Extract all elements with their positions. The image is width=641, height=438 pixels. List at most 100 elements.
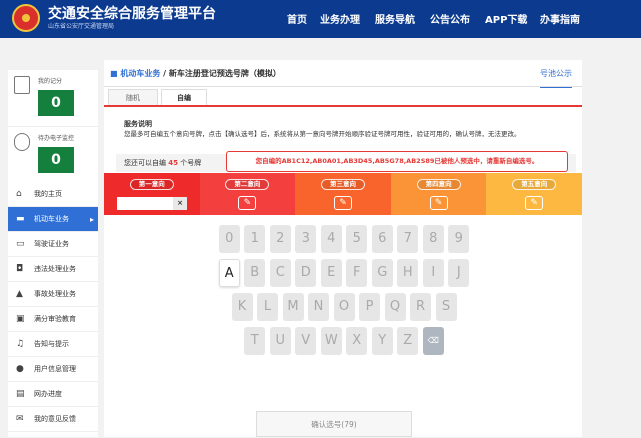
keypad-key[interactable]: H: [397, 259, 419, 287]
nav-guide[interactable]: 办事指南: [540, 11, 580, 26]
keypad-key[interactable]: C: [269, 259, 291, 287]
sidebar-item-label: 违法处理业务: [34, 265, 76, 273]
home-icon: ⌂: [16, 189, 22, 199]
keypad-key[interactable]: D: [295, 259, 317, 287]
nav-announcements[interactable]: 公告公布: [430, 11, 470, 26]
keypad-key[interactable]: 1: [244, 225, 266, 253]
sidebar-item-label: 我的意见反馈: [34, 415, 76, 423]
main-panel: ■ 机动车业务 / 新车注册登记预选号牌（模拟） 号池公示 随机 自编 服务说明…: [104, 60, 582, 437]
intent-label: 第二意向: [225, 179, 270, 190]
feedback-icon: ✉: [16, 414, 24, 424]
sidebar-item[interactable]: ▣ 满分审验教育: [8, 307, 98, 332]
sidebar-item-label: 用户信息管理: [34, 365, 76, 373]
keypad-key[interactable]: P: [359, 293, 380, 321]
car-icon: ▬: [16, 214, 25, 224]
breadcrumb: ■ 机动车业务 / 新车注册登记预选号牌（模拟）: [110, 68, 281, 79]
progress-icon: ▤: [16, 389, 25, 399]
backspace-icon[interactable]: ⌫: [422, 327, 444, 355]
sidebar-item-label: 满分审验教育: [34, 315, 76, 323]
keypad-key[interactable]: 7: [397, 225, 419, 253]
breadcrumb-section[interactable]: 机动车业务: [120, 69, 160, 78]
tab-random[interactable]: 随机: [108, 89, 158, 105]
keypad-key[interactable]: 2: [269, 225, 291, 253]
intent-column: 第四意向 ✎: [390, 173, 487, 215]
sidebar-item[interactable]: ✉ 我的意见反馈: [8, 407, 98, 432]
ticket-label: 待办电子监控: [38, 135, 75, 142]
nav-business[interactable]: 业务办理: [320, 11, 360, 26]
divider: [104, 86, 582, 87]
card-icon: ▭: [16, 239, 25, 249]
keypad-key[interactable]: 9: [448, 225, 470, 253]
intent-column: 第二意向 ✎: [199, 173, 296, 215]
remaining-text: 您还可以自编 45 个号牌: [124, 159, 202, 167]
service-title: 服务说明: [124, 120, 152, 128]
score-value: 0: [38, 90, 74, 116]
keypad-key[interactable]: 6: [371, 225, 393, 253]
nav-app-download[interactable]: APP下载: [485, 11, 527, 26]
keypad-key[interactable]: I: [422, 259, 444, 287]
edit-icon[interactable]: ✎: [429, 196, 448, 210]
sidebar-item[interactable]: ● 用户信息管理: [8, 357, 98, 382]
keypad-key[interactable]: N: [308, 293, 329, 321]
remaining-count: 45: [168, 159, 178, 167]
warning-icon: ▲: [16, 289, 23, 299]
keypad-key[interactable]: M: [282, 293, 304, 321]
sidebar-item[interactable]: ▬ 机动车业务 ▸: [8, 207, 98, 232]
sidebar-item[interactable]: ▲ 事故处理业务: [8, 282, 98, 307]
error-message: 您自编的AB1C12,AB0A01,AB3D45,AB5G78,AB2S89已被…: [226, 151, 568, 172]
keypad-key[interactable]: L: [257, 293, 278, 321]
keypad-key[interactable]: J: [448, 259, 470, 287]
sidebar-item[interactable]: ▤ 网办进度: [8, 382, 98, 407]
site-title: 交通安全综合服务管理平台: [48, 6, 216, 22]
sidebar-item[interactable]: ♫ 告知与提示: [8, 332, 98, 357]
clear-icon[interactable]: ×: [173, 197, 187, 210]
sidebar-item-label: 机动车业务: [34, 215, 69, 223]
keypad-key[interactable]: G: [371, 259, 393, 287]
ticket-card[interactable]: 待办电子监控 0: [8, 126, 98, 182]
keypad-key[interactable]: S: [435, 293, 457, 321]
nav-service-guide[interactable]: 服务导航: [375, 11, 415, 26]
keypad-key[interactable]: T: [244, 327, 266, 355]
chevron-right-icon: ▸: [89, 215, 94, 224]
camera-icon: [14, 133, 30, 151]
keypad-key[interactable]: 4: [320, 225, 342, 253]
keypad-key[interactable]: Y: [371, 327, 393, 355]
keypad-key[interactable]: 0: [218, 225, 240, 253]
plate-input-1[interactable]: [117, 197, 173, 210]
keypad-key[interactable]: U: [269, 327, 291, 355]
intent-label: 第一意向: [129, 179, 174, 190]
sidebar-item[interactable]: ▭ 驾驶证业务: [8, 232, 98, 257]
truck-icon: ■: [110, 69, 118, 78]
keypad-key[interactable]: 5: [346, 225, 368, 253]
keypad-key[interactable]: W: [320, 327, 342, 355]
score-card[interactable]: 我的记分 0: [8, 70, 98, 126]
keypad-key[interactable]: 3: [295, 225, 317, 253]
sidebar-item-label: 我的主页: [34, 190, 62, 198]
keypad-key[interactable]: F: [346, 259, 368, 287]
keypad-key[interactable]: X: [346, 327, 368, 355]
keypad-key[interactable]: 8: [422, 225, 444, 253]
confirm-button[interactable]: 确认选号(79): [256, 411, 412, 437]
keypad-key[interactable]: R: [410, 293, 431, 321]
tab-custom[interactable]: 自编: [161, 89, 207, 105]
intent-column: 第三意向 ✎: [295, 173, 391, 215]
user-icon: ●: [16, 364, 24, 374]
sidebar-item[interactable]: ◘ 违法处理业务: [8, 257, 98, 282]
edit-icon[interactable]: ✎: [238, 196, 257, 210]
keypad-key[interactable]: Q: [384, 293, 406, 321]
edit-icon[interactable]: ✎: [333, 196, 352, 210]
intent-column: 第一意向 ×: [104, 173, 200, 215]
edit-icon[interactable]: ✎: [525, 196, 544, 210]
keypad-key[interactable]: B: [244, 259, 266, 287]
keypad-key[interactable]: K: [231, 293, 253, 321]
keypad-key[interactable]: A: [218, 259, 240, 287]
ticket-value: 0: [38, 147, 74, 173]
keypad-key[interactable]: E: [320, 259, 342, 287]
keypad-key[interactable]: O: [333, 293, 355, 321]
keypad-key[interactable]: V: [295, 327, 317, 355]
nav-home[interactable]: 首页: [287, 11, 307, 26]
keypad-key[interactable]: Z: [397, 327, 419, 355]
sidebar-item[interactable]: ⌂ 我的主页: [8, 182, 98, 207]
plate-pool-link[interactable]: 号池公示: [540, 68, 572, 88]
top-header: 交通安全综合服务管理平台 山东省公安厅交通管理局 首页 业务办理 服务导航 公告…: [0, 0, 641, 38]
